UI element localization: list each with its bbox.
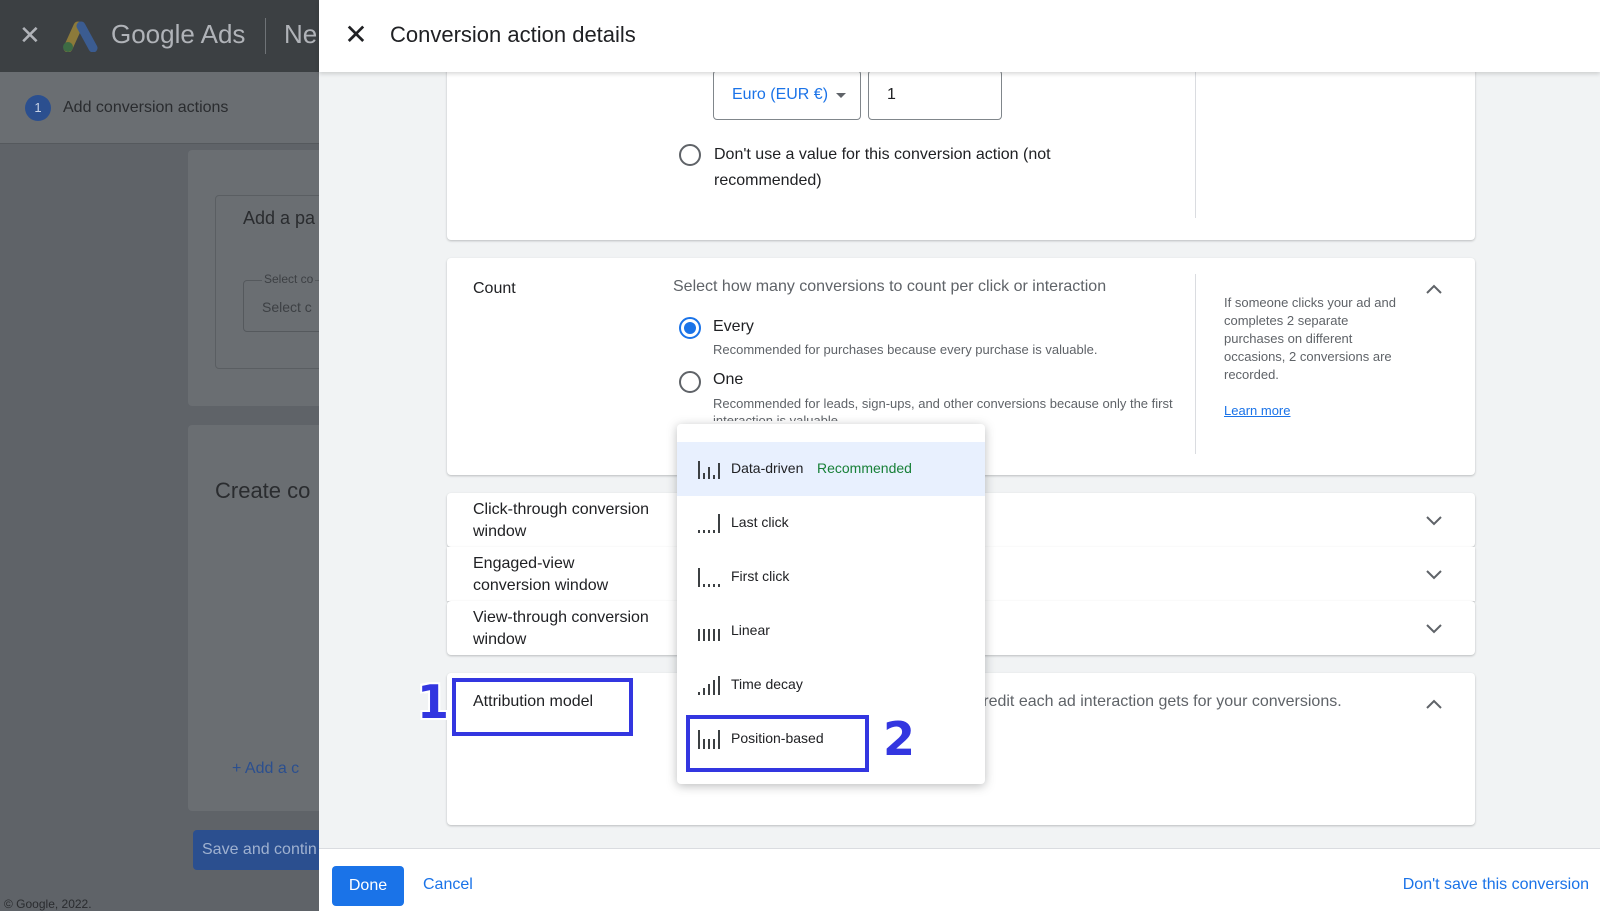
background-brand: Google Ads	[111, 19, 246, 49]
close-icon[interactable]: ✕	[341, 20, 371, 50]
first-click-icon	[698, 568, 720, 587]
no-value-label: Don't use a value for this conversion ac…	[714, 146, 1051, 189]
background-add-heading: Add a pa	[243, 208, 316, 228]
cancel-button[interactable]: Cancel	[423, 876, 473, 894]
currency-select[interactable]: Euro (EUR €)	[713, 70, 861, 120]
count-every-label: Every	[713, 318, 754, 335]
google-ads-logo-icon	[63, 21, 98, 52]
annotation-box-position-based	[686, 715, 869, 772]
currency-value: Euro (EUR €)	[732, 86, 829, 103]
divider	[1195, 60, 1196, 218]
count-title: Count	[473, 280, 516, 297]
menu-item-first-click[interactable]: First click	[677, 550, 985, 604]
background-copyright: © Google, 2022.	[4, 897, 92, 911]
menu-item-label: First click	[731, 568, 790, 584]
count-help-text: If someone clicks your ad and completes …	[1224, 295, 1396, 382]
panel-title: Conversion action details	[390, 22, 636, 47]
background-step-label: Add conversion actions	[63, 99, 229, 116]
count-every-description: Recommended for purchases because every …	[713, 342, 1098, 357]
view-through-window-title: View-through conversion window	[473, 609, 649, 648]
background-separator	[265, 18, 266, 54]
click-through-window-title: Click-through conversion window	[473, 501, 650, 540]
background-select-value: Select c	[262, 299, 312, 315]
panel-footer: Done Cancel Don't save this conversion	[319, 848, 1600, 911]
value-card: Euro (EUR €) 1 Don't use a value for thi…	[447, 60, 1475, 240]
recommended-badge: Recommended	[817, 460, 912, 476]
menu-item-time-decay[interactable]: Time decay	[677, 658, 985, 712]
learn-more-link[interactable]: Learn more	[1224, 403, 1290, 418]
linear-icon	[698, 629, 720, 641]
chevron-down-icon[interactable]	[1424, 510, 1444, 530]
attribution-description: uch credit each ad interaction gets for …	[945, 693, 1342, 710]
background-next-title: Ne	[284, 19, 318, 49]
engaged-view-window-title: Engaged-view conversion window	[473, 555, 609, 594]
dont-save-button[interactable]: Don't save this conversion	[1403, 876, 1589, 894]
conversion-details-panel: ✕ Conversion action details Euro (EUR €)…	[319, 0, 1600, 911]
count-one-label: One	[713, 371, 744, 388]
annotation-number-1: 1	[417, 675, 450, 729]
caret-down-icon	[836, 93, 846, 98]
no-value-radio[interactable]	[679, 144, 701, 166]
time-decay-icon	[698, 676, 720, 695]
chevron-up-icon[interactable]	[1424, 695, 1444, 715]
count-one-description: Recommended for leads, sign-ups, and oth…	[713, 396, 1173, 421]
menu-item-label: Last click	[731, 514, 789, 530]
menu-item-last-click[interactable]: Last click	[677, 496, 985, 550]
menu-item-label: Time decay	[731, 676, 803, 692]
chevron-up-icon[interactable]	[1424, 280, 1444, 300]
divider	[1195, 274, 1196, 454]
data-driven-icon	[698, 461, 720, 479]
panel-header: ✕ Conversion action details	[319, 0, 1600, 72]
annotation-box-attribution-model	[452, 678, 633, 736]
menu-item-label: Data-driven	[731, 460, 804, 476]
count-every-radio[interactable]	[679, 317, 701, 339]
background-select-label: Select co	[262, 272, 316, 286]
done-button[interactable]: Done	[332, 866, 404, 906]
background-create-heading: Create co	[215, 478, 311, 503]
menu-item-label: Linear	[731, 622, 770, 638]
count-one-radio[interactable]	[679, 371, 701, 393]
menu-item-linear[interactable]: Linear	[677, 604, 985, 658]
count-description: Select how many conversions to count per…	[673, 278, 1107, 295]
background-step-number: 1	[25, 95, 51, 121]
annotation-number-2: 2	[883, 712, 916, 766]
menu-item-data-driven[interactable]: Data-driven Recommended	[677, 442, 985, 496]
last-click-icon	[698, 514, 720, 533]
chevron-down-icon[interactable]	[1424, 564, 1444, 584]
background-add-link[interactable]: + Add a c	[232, 760, 299, 778]
background-save-button[interactable]: Save and contin	[193, 830, 333, 870]
background-close-icon[interactable]: ✕	[19, 22, 45, 48]
value-amount-input[interactable]: 1	[868, 70, 1002, 120]
chevron-down-icon[interactable]	[1424, 618, 1444, 638]
